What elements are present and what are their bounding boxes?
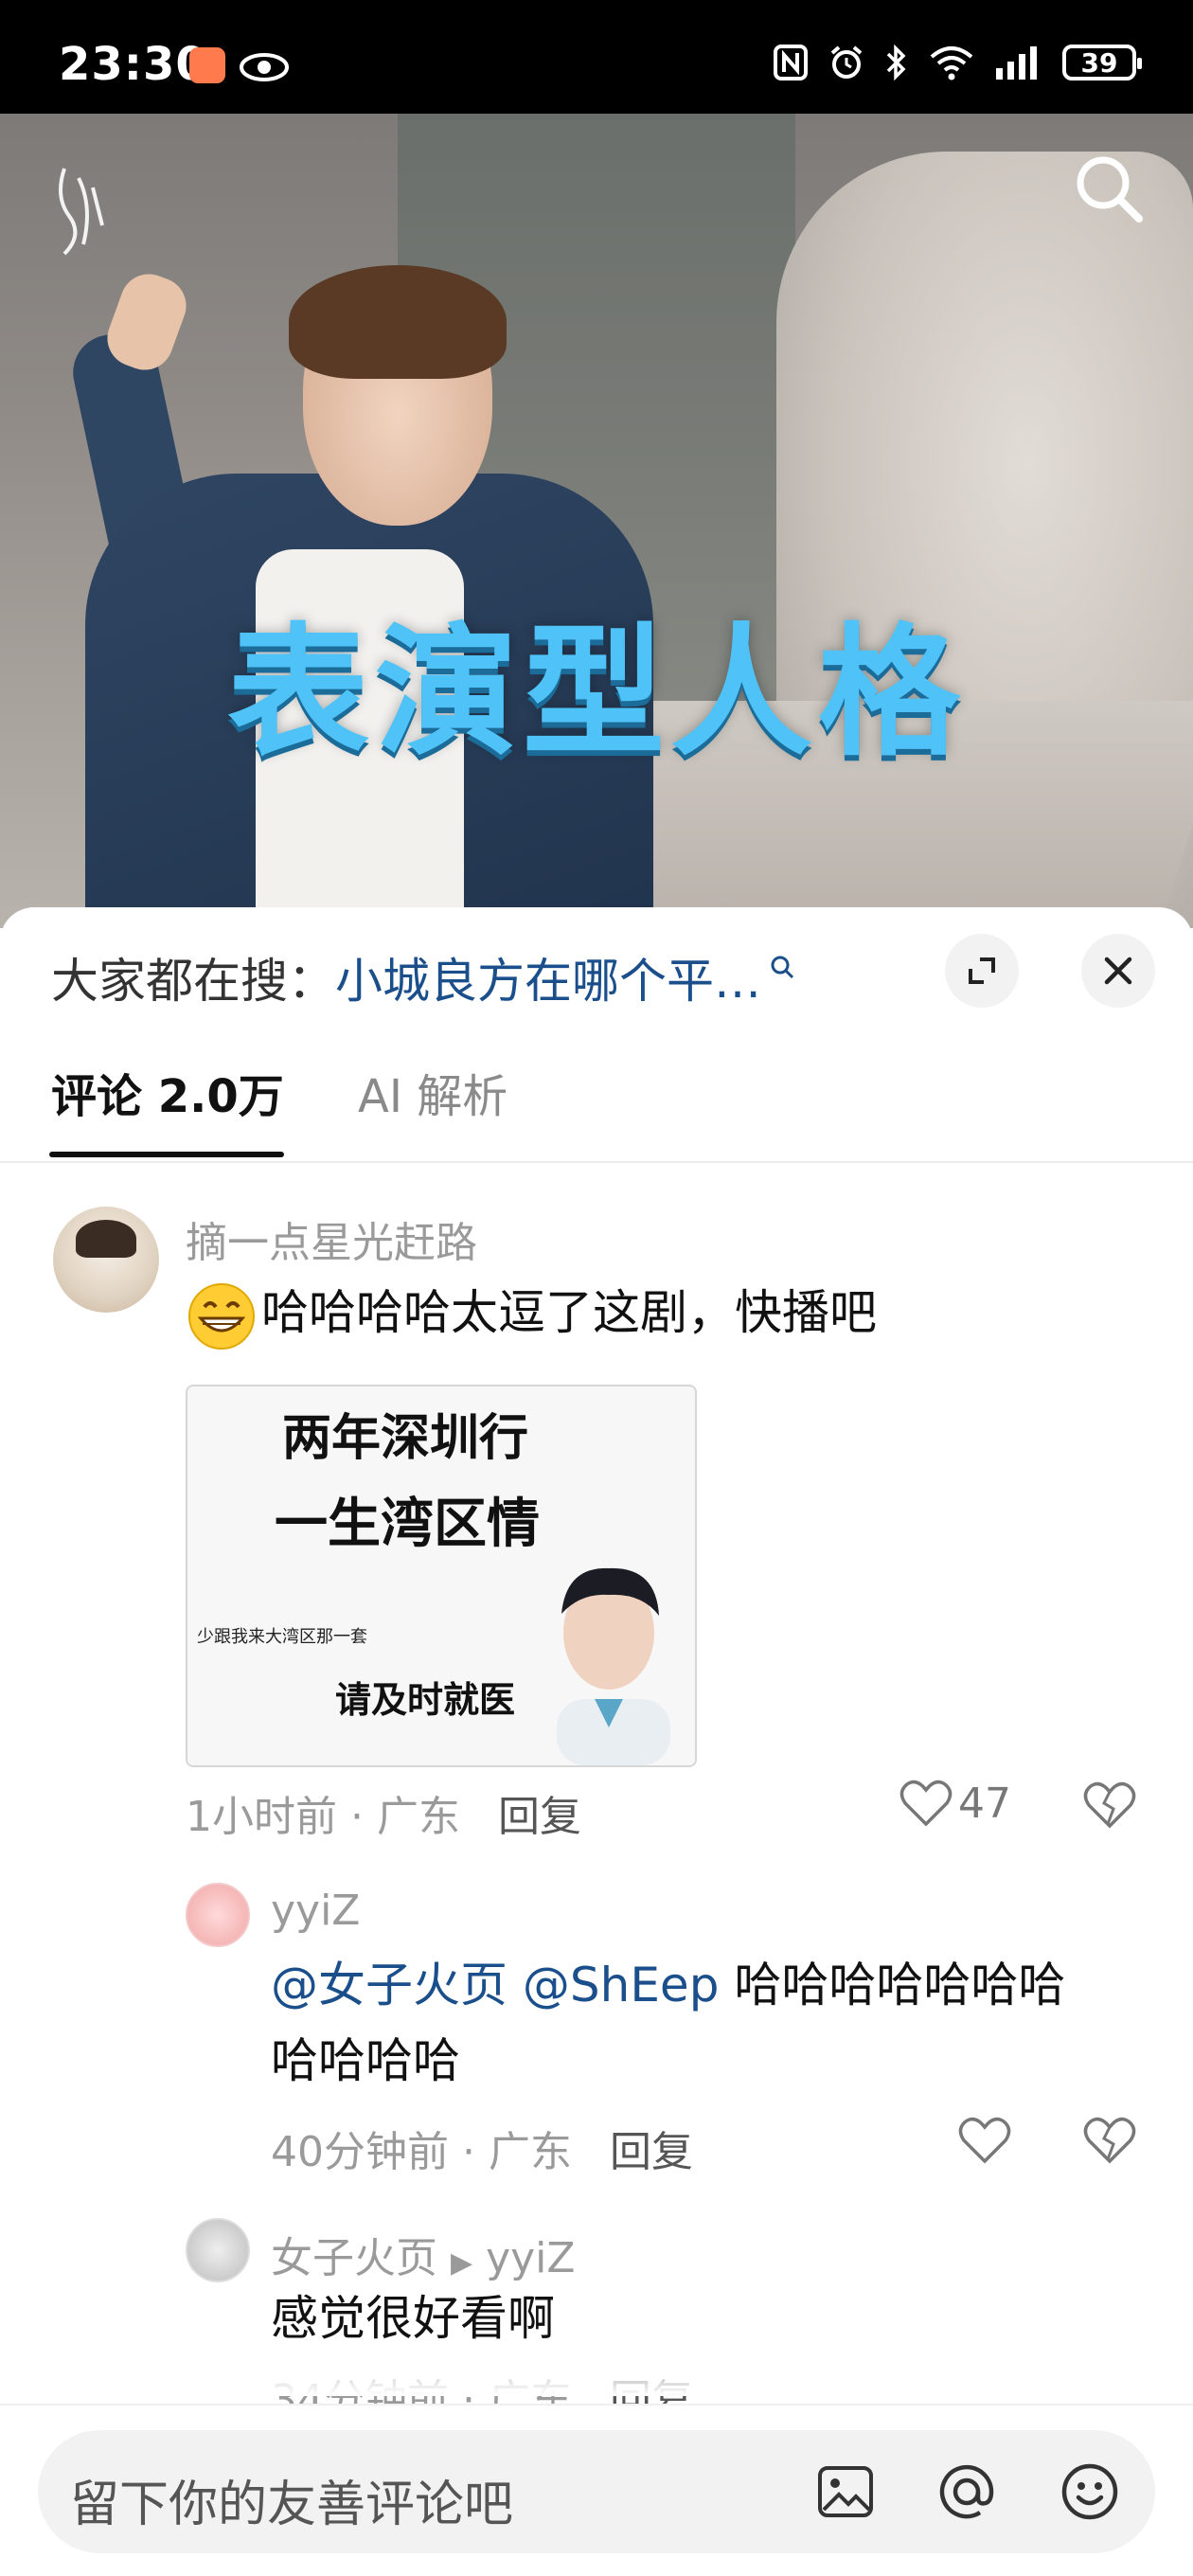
comment-text-body: 哈哈哈哈太逗了这剧，快播吧 xyxy=(261,1285,877,1340)
eye-icon xyxy=(240,53,289,81)
signal-icon xyxy=(996,46,1037,80)
battery-level: 39 xyxy=(1080,46,1118,79)
reply-location: 广东 xyxy=(488,2128,572,2176)
reply-button[interactable]: 回复 xyxy=(498,1793,581,1841)
bluetooth-icon xyxy=(886,44,906,81)
grin-emoji-icon xyxy=(188,1282,255,1350)
meme-small-text: 少跟我来大湾区那一套 xyxy=(197,1627,367,1647)
dislike-heart-icon[interactable] xyxy=(1083,1780,1136,1830)
reply-arrow-icon: ▶ xyxy=(451,2246,473,2280)
reply-avatar[interactable] xyxy=(186,2218,250,2282)
emoji-icon xyxy=(1061,2463,1118,2520)
image-icon xyxy=(818,2466,873,2517)
channel-watermark-logo xyxy=(59,168,104,256)
reply-to-username[interactable]: yyiZ xyxy=(486,2234,575,2282)
reply-text: @女子火页 @ShEep 哈哈哈哈哈哈哈 哈哈哈哈 xyxy=(271,1947,1161,2099)
reply-time: 40分钟前 xyxy=(271,2128,449,2176)
avatar[interactable] xyxy=(53,1207,159,1313)
mention-button[interactable] xyxy=(935,2460,998,2523)
meme-line-4: 请及时就医 xyxy=(335,1679,516,1721)
reply-button[interactable]: 回复 xyxy=(610,2128,693,2176)
reply-username[interactable]: yyiZ xyxy=(271,1887,360,1935)
at-icon xyxy=(939,2464,994,2519)
hot-search-bar[interactable]: 大家都在搜：小城良方在哪个平… xyxy=(51,943,795,1011)
heart-icon xyxy=(899,1780,953,1827)
comment-location: 广东 xyxy=(376,1793,460,1841)
meme-line-2: 一生湾区情 xyxy=(275,1494,540,1555)
battery-icon: 39 xyxy=(1062,45,1142,80)
reply-meta: 40分钟前 · 广东 回复 xyxy=(271,2128,693,2176)
mention-link[interactable]: @女子火页 xyxy=(271,1958,507,2012)
list-fade xyxy=(0,2339,1193,2396)
video-search-button[interactable] xyxy=(1066,146,1151,231)
hot-search-icon xyxy=(771,956,794,979)
comment-time: 1小时前 xyxy=(186,1793,337,1841)
hot-search-prefix: 大家都在搜： xyxy=(51,954,335,1009)
mention-link[interactable]: @ShEep xyxy=(523,1958,720,2012)
hot-search-keyword[interactable]: 小城良方在哪个平… xyxy=(335,954,761,1009)
video-person-hair xyxy=(289,265,507,379)
comment-sheet: 大家都在搜：小城良方在哪个平… 评论 2.0万 AI 解析 摘一点星光赶路 哈哈… xyxy=(0,907,1193,2576)
reply-avatar[interactable] xyxy=(186,1883,250,1947)
comment-text: 哈哈哈哈太逗了这剧，快播吧 xyxy=(186,1275,877,1352)
tab-comments[interactable]: 评论 2.0万 xyxy=(51,1059,284,1125)
reply-text-body-2: 哈哈哈哈 xyxy=(271,2033,460,2088)
close-button[interactable] xyxy=(1081,934,1155,1008)
meme-line-1: 两年深圳行 xyxy=(282,1410,529,1467)
comment-image-meme[interactable]: 两年深圳行 一生湾区情 少跟我来大湾区那一套 请及时就医 xyxy=(186,1385,697,1767)
comment-input-placeholder: 留下你的友善评论吧 xyxy=(70,2477,514,2533)
status-bar: 23:30 39 xyxy=(0,0,1193,114)
tab-ai-analysis[interactable]: AI 解析 xyxy=(358,1059,507,1125)
video-overlay-title: 表演型人格 xyxy=(226,611,966,776)
reply-text-body: 哈哈哈哈哈哈哈 xyxy=(734,1958,1066,2012)
search-icon xyxy=(1077,156,1143,223)
like-button[interactable]: 47 xyxy=(899,1779,1011,1828)
heart-icon[interactable] xyxy=(958,2116,1011,2165)
comment-meta: 1小时前 · 广东 回复 xyxy=(186,1793,581,1841)
comment-input-bar: 留下你的友善评论吧 xyxy=(0,2404,1193,2576)
comment-username[interactable]: 摘一点星光赶路 xyxy=(186,1208,477,1269)
tab-divider xyxy=(0,1161,1193,1163)
expand-button[interactable] xyxy=(945,934,1019,1008)
comment-input[interactable]: 留下你的友善评论吧 xyxy=(38,2430,1155,2553)
reply-username-line: 女子火页 ▶ yyiZ xyxy=(271,2224,576,2284)
wifi-icon xyxy=(930,46,973,80)
video-player[interactable]: 表演型人格 xyxy=(0,114,1193,928)
like-count: 47 xyxy=(958,1779,1011,1828)
image-button[interactable] xyxy=(814,2460,877,2523)
close-icon xyxy=(1104,957,1132,985)
status-time: 23:30 xyxy=(59,38,208,91)
status-right-group: 39 xyxy=(773,44,1142,81)
meme-portrait xyxy=(557,1567,670,1765)
app-notification-icon xyxy=(189,47,225,83)
dislike-heart-icon[interactable] xyxy=(1083,2116,1136,2165)
reply-username[interactable]: 女子火页 xyxy=(271,2234,437,2282)
expand-icon xyxy=(969,957,995,984)
comment-tabs: 评论 2.0万 AI 解析 xyxy=(0,1059,1193,1123)
active-tab-indicator xyxy=(49,1152,284,1157)
emoji-button[interactable] xyxy=(1059,2460,1121,2523)
alarm-icon xyxy=(830,45,863,79)
nfc-icon xyxy=(774,45,808,80)
